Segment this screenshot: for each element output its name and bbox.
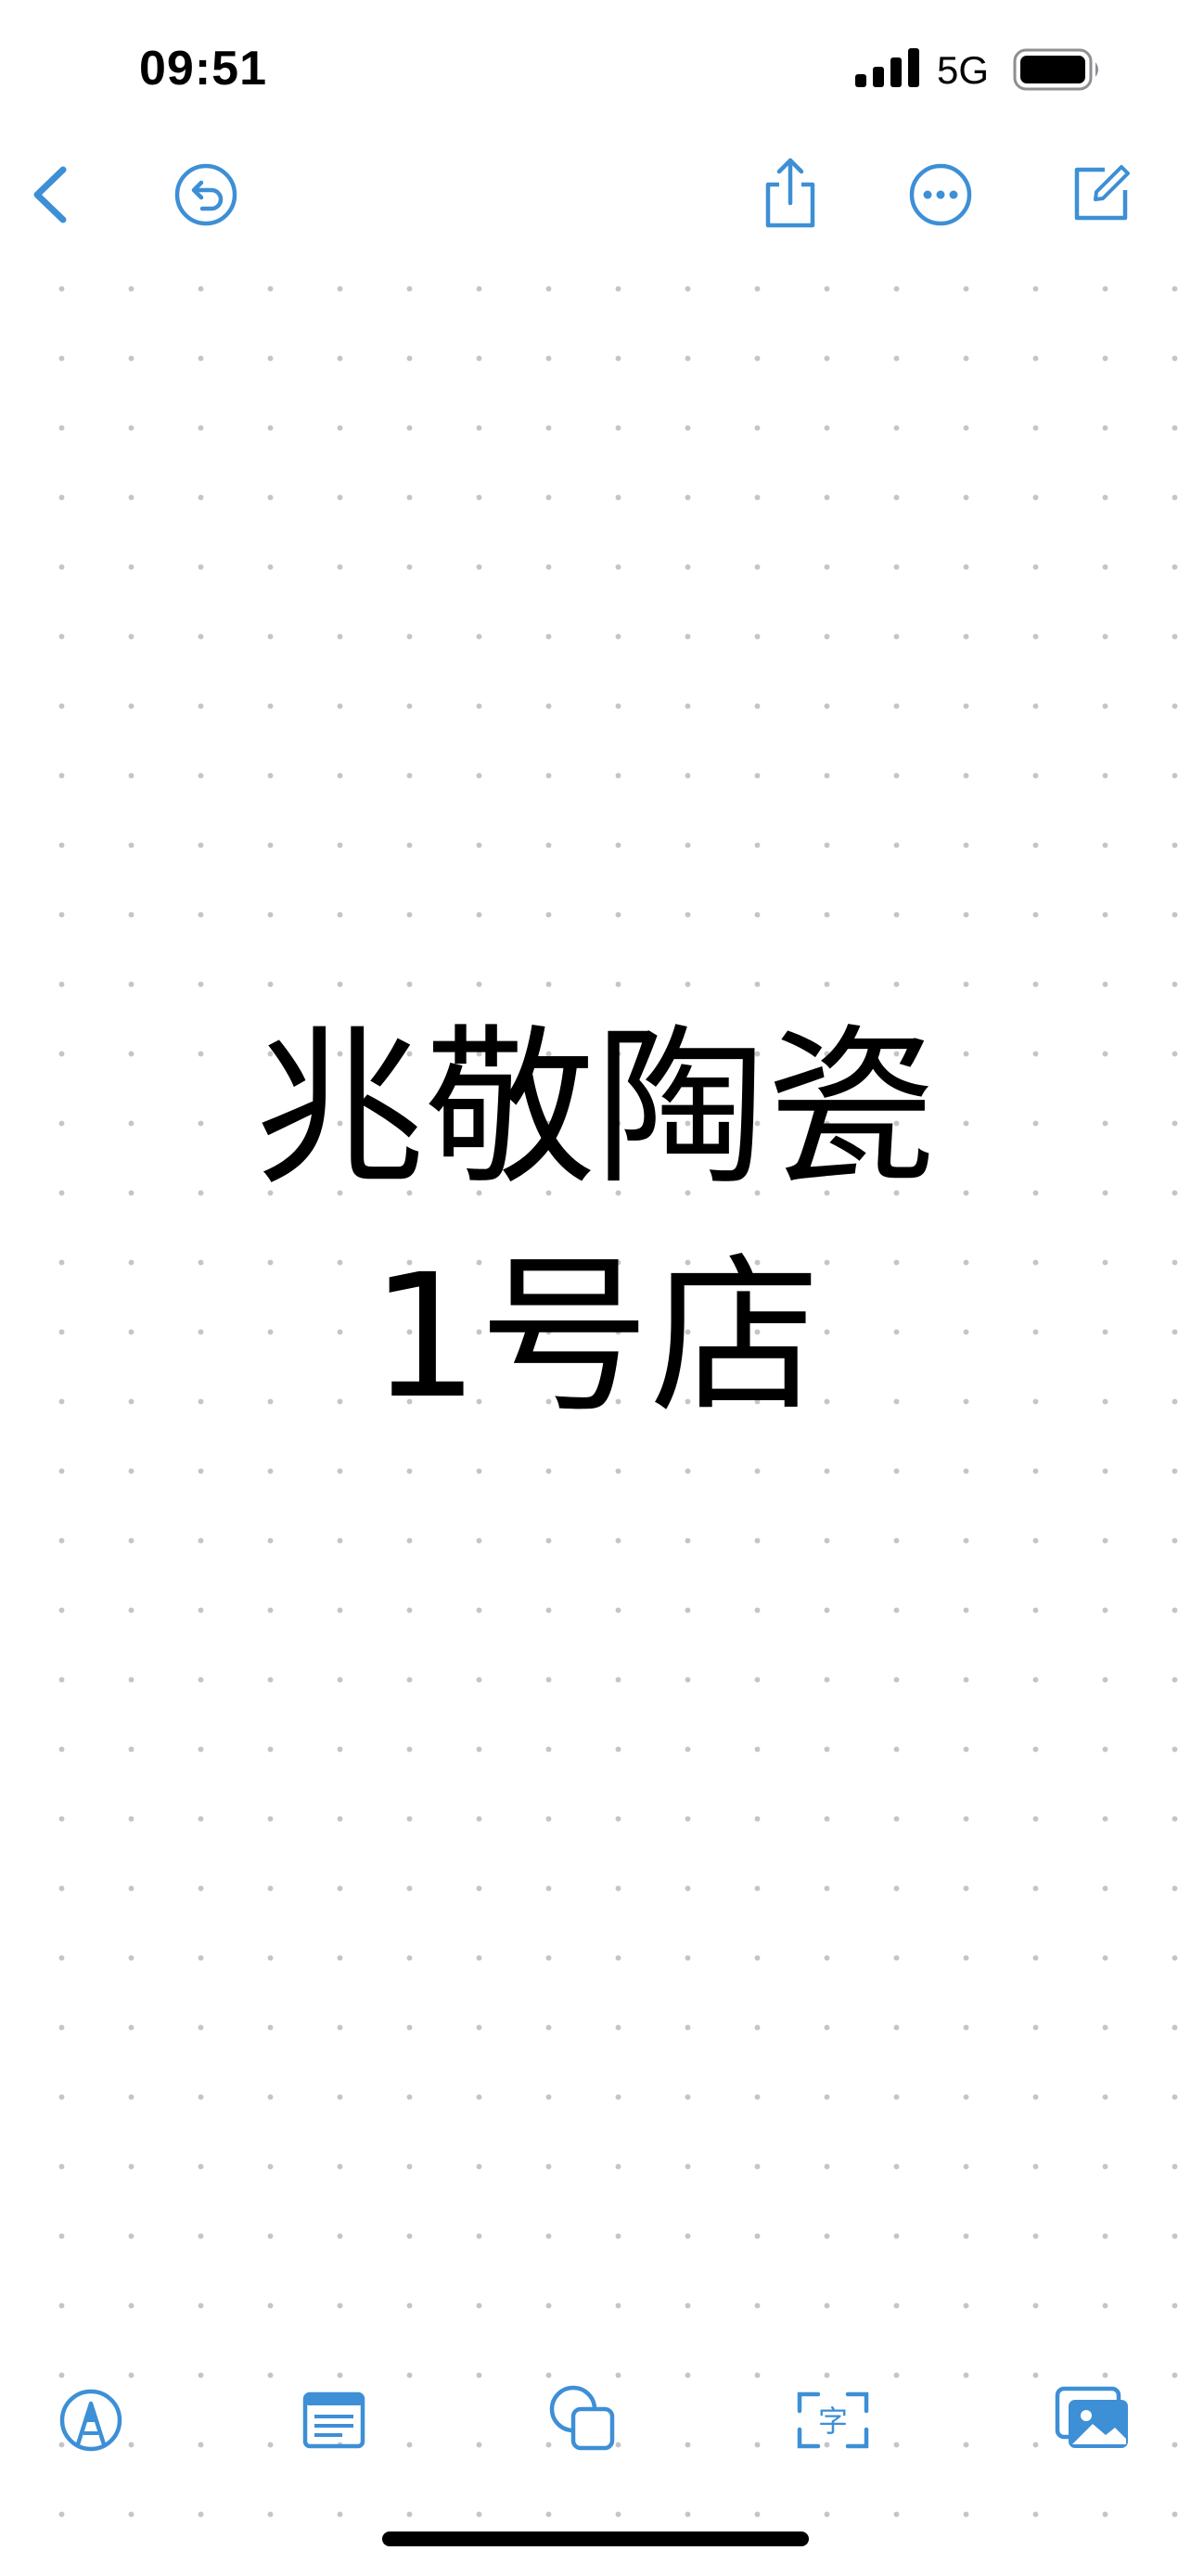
text-box-glyph: 字 bbox=[818, 2404, 848, 2439]
freeform-board-screen: 09:51 5G 兆敬陶瓷 1号店 字 bbox=[0, 0, 1191, 2576]
board-text-line-2[interactable]: 1号店 bbox=[0, 1252, 1191, 1422]
bottom-toolbar: 字 bbox=[0, 2355, 1191, 2485]
battery-icon bbox=[1013, 48, 1098, 91]
chevron-left-icon bbox=[33, 166, 67, 223]
network-label: 5G bbox=[937, 48, 990, 92]
sticky-note-icon bbox=[302, 2391, 365, 2449]
back-button[interactable] bbox=[6, 148, 98, 241]
text-box-button[interactable]: 字 bbox=[787, 2374, 879, 2467]
more-icon bbox=[909, 163, 972, 226]
share-button[interactable] bbox=[744, 147, 837, 239]
undo-button[interactable] bbox=[160, 148, 252, 241]
sticky-note-button[interactable] bbox=[288, 2374, 380, 2467]
shapes-button[interactable] bbox=[536, 2372, 629, 2465]
board-text-line-1[interactable]: 兆敬陶瓷 bbox=[0, 1024, 1191, 1194]
more-button[interactable] bbox=[894, 148, 987, 241]
cellular-signal-icon bbox=[855, 48, 919, 87]
undo-icon bbox=[174, 163, 237, 226]
shapes-icon bbox=[549, 2385, 615, 2451]
text-box-icon: 字 bbox=[797, 2391, 869, 2449]
compose-icon bbox=[1074, 165, 1130, 221]
top-toolbar bbox=[0, 139, 1191, 250]
status-bar: 09:51 5G bbox=[0, 0, 1191, 139]
share-icon bbox=[765, 158, 815, 228]
pen-tip-icon bbox=[59, 2389, 122, 2452]
pen-tool-button[interactable] bbox=[45, 2374, 137, 2467]
new-board-button[interactable] bbox=[1054, 147, 1146, 239]
home-indicator[interactable] bbox=[382, 2531, 809, 2546]
photo-icon bbox=[1055, 2386, 1128, 2448]
status-time: 09:51 bbox=[139, 42, 267, 96]
media-button[interactable] bbox=[1046, 2372, 1139, 2465]
